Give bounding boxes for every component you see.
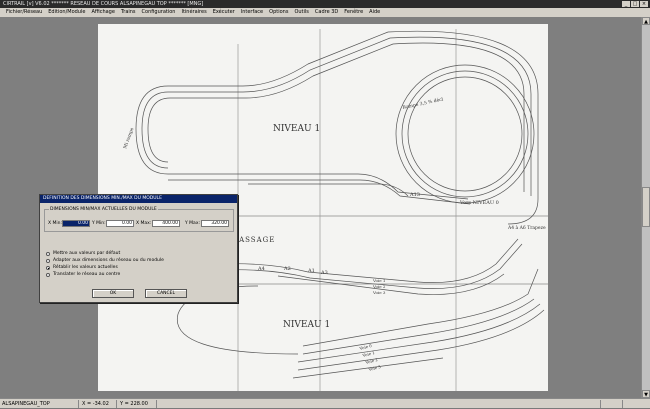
x-min-input[interactable] bbox=[62, 220, 90, 227]
scroll-up-arrow-icon[interactable]: ▲ bbox=[642, 17, 650, 25]
label-rampe: Rampe 3,5 % décl bbox=[402, 95, 444, 111]
scroll-thumb[interactable] bbox=[642, 187, 650, 227]
menu-trains[interactable]: Trains bbox=[118, 8, 139, 17]
menu-edition[interactable]: Edition/Module bbox=[45, 8, 88, 17]
radio-adapt[interactable] bbox=[46, 259, 50, 263]
vertical-scrollbar[interactable]: ▲ ▼ bbox=[641, 17, 650, 398]
option-restore-label: Rétablir les valeurs actuelles bbox=[53, 265, 118, 270]
maximize-button[interactable]: □ bbox=[631, 1, 639, 7]
radio-default[interactable] bbox=[46, 252, 50, 256]
module-dimensions-dialog: DEFINITION DES DIMENSIONS MIN./MAX DU MO… bbox=[39, 194, 238, 303]
window-title: CIRTRAIL [v] V6.02 ******* RESEAU DE COU… bbox=[3, 1, 204, 7]
minimize-button[interactable]: _ bbox=[622, 1, 630, 7]
option-translate-label: Translater le réseau au centre bbox=[53, 272, 121, 277]
label-a13: A13 bbox=[409, 192, 420, 198]
menu-executer[interactable]: Exécuter bbox=[210, 8, 238, 17]
label-voie-top-2: Voie 2 bbox=[372, 284, 386, 289]
label-a2: A2 bbox=[283, 266, 291, 272]
label-a3: A3 bbox=[320, 270, 328, 276]
dialog-title: DEFINITION DES DIMENSIONS MIN./MAX DU MO… bbox=[40, 195, 237, 203]
label-niveau-bottom: NIVEAU 1 bbox=[283, 320, 330, 330]
status-separator bbox=[156, 400, 157, 408]
radio-translate[interactable] bbox=[46, 273, 50, 277]
option-default-label: Mettre aux valeurs par défaut bbox=[53, 251, 121, 256]
label-niveau-top: NIVEAU 1 bbox=[273, 124, 320, 134]
close-button[interactable]: × bbox=[640, 1, 648, 7]
status-separator bbox=[116, 400, 117, 408]
drawing-workspace[interactable]: NIVEAU 1 NIVEAU 1 PASSAGE Rampe 3,5 % dé… bbox=[0, 17, 641, 398]
window-controls: _ □ × bbox=[622, 1, 648, 7]
menu-configuration[interactable]: Configuration bbox=[139, 8, 179, 17]
menu-bar: Fichier/Réseau Edition/Module Affichage … bbox=[0, 8, 650, 17]
menu-fenetre[interactable]: Fenêtre bbox=[341, 8, 366, 17]
label-passage: PASSAGE bbox=[234, 236, 275, 244]
menu-interface[interactable]: Interface bbox=[238, 8, 266, 17]
label-voie-top-3: Voie 3 bbox=[372, 290, 386, 295]
menu-fichier[interactable]: Fichier/Réseau bbox=[3, 8, 45, 17]
label-mi-rampe: Mi rampe bbox=[122, 127, 135, 150]
label-a-right: A4 à A6 Trapeze bbox=[507, 224, 546, 231]
cancel-button[interactable]: CANCEL bbox=[145, 289, 187, 298]
label-voie-top-1: Voie 1 bbox=[372, 278, 385, 283]
title-bar: CIRTRAIL [v] V6.02 ******* RESEAU DE COU… bbox=[0, 0, 650, 8]
menu-cadre-3d[interactable]: Cadre 3D bbox=[312, 8, 341, 17]
scroll-down-arrow-icon[interactable]: ▼ bbox=[642, 390, 650, 398]
status-separator bbox=[622, 400, 623, 408]
y-min-input[interactable] bbox=[106, 220, 134, 227]
radio-restore[interactable] bbox=[46, 266, 50, 270]
x-max-input[interactable] bbox=[152, 220, 180, 227]
label-a1: A1 bbox=[307, 268, 315, 274]
option-adapt-label: Adapter aux dimensions du réseau ou du m… bbox=[53, 258, 164, 263]
status-separator bbox=[78, 400, 79, 408]
label-a4: A4 bbox=[257, 266, 265, 272]
y-max-label: Y Max: bbox=[185, 221, 200, 226]
x-max-label: X Max: bbox=[136, 221, 152, 226]
status-bar: ALSAPINEGAU_TOP X = -34.02 Y = 228.00 bbox=[0, 398, 650, 408]
y-min-label: Y Min: bbox=[92, 221, 106, 226]
menu-options[interactable]: Options bbox=[266, 8, 291, 17]
menu-aide[interactable]: Aide bbox=[366, 8, 383, 17]
menu-outils[interactable]: Outils bbox=[291, 8, 311, 17]
y-max-input[interactable] bbox=[201, 220, 229, 227]
menu-itineraires[interactable]: Itinéraires bbox=[178, 8, 209, 17]
status-separator bbox=[600, 400, 601, 408]
label-vers-niveau: Vers NIVEAU 0 bbox=[459, 200, 499, 206]
dimensions-group-label: DIMENSIONS MIN/MAX ACTUELLES DU MODULE bbox=[49, 207, 158, 212]
ok-button[interactable]: OK bbox=[92, 289, 134, 298]
label-voie-bottom-3: Voie 3 bbox=[367, 364, 382, 372]
x-min-label: X Min: bbox=[48, 221, 63, 226]
menu-affichage[interactable]: Affichage bbox=[88, 8, 118, 17]
